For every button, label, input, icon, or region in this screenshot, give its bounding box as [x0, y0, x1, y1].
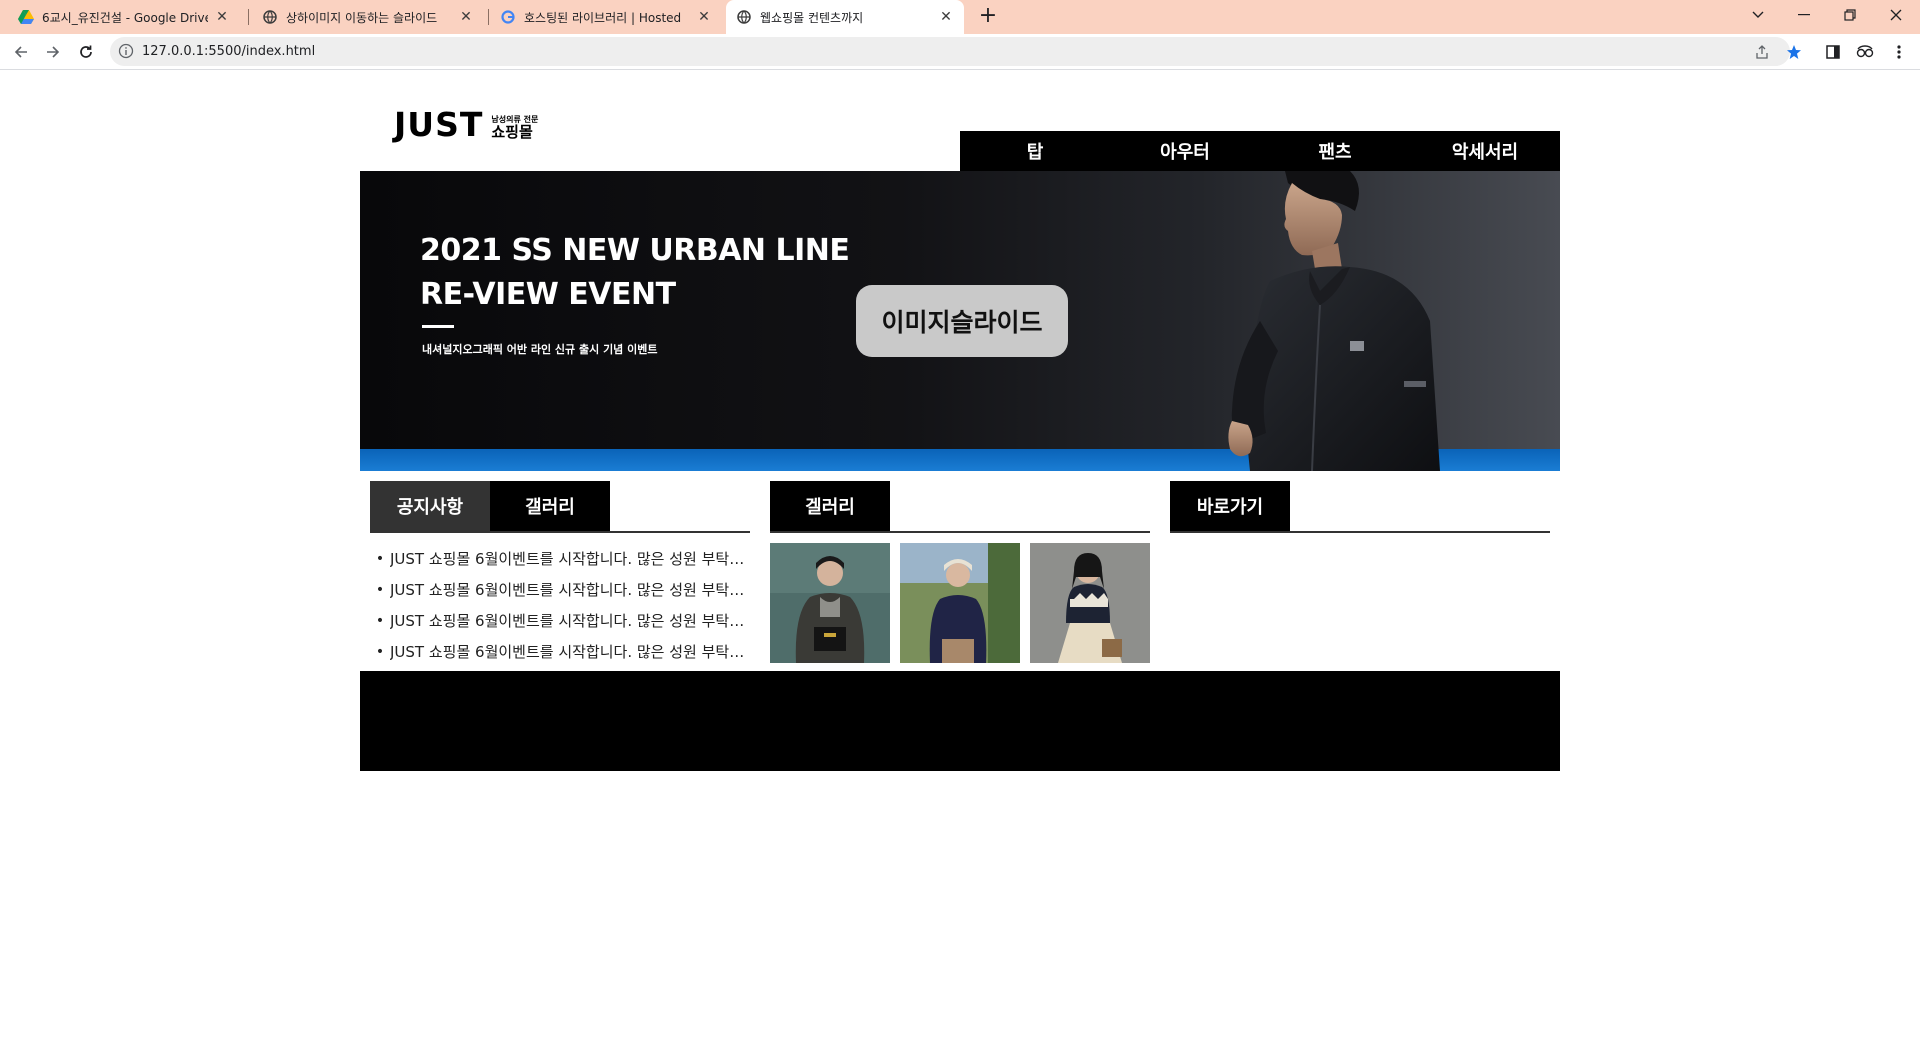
gallery-image-3[interactable] — [1030, 543, 1150, 663]
image-slide-label[interactable]: 이미지슬라이드 — [856, 285, 1068, 357]
notice-text: JUST 쇼핑몰 6월이벤트를 시작합니다. 많은 성원 부탁드립니다. — [390, 643, 750, 661]
close-icon[interactable]: ✕ — [696, 9, 712, 25]
list-item[interactable]: • JUST 쇼핑몰 6월이벤트를 시작합니다. 많은 성원 부탁드립니다. — [370, 636, 750, 667]
list-item[interactable]: • JUST 쇼핑몰 6월이벤트를 시작합니다. 많은 성원 부탁드립니다. — [370, 574, 750, 605]
shortcut-tabs: 바로가기 — [1170, 481, 1550, 533]
minimize-button[interactable] — [1784, 0, 1824, 30]
tab-separator — [248, 9, 249, 25]
side-panel-icon[interactable] — [1822, 41, 1844, 63]
bookmark-star-icon[interactable] — [1784, 42, 1804, 62]
forward-button[interactable] — [39, 38, 67, 66]
shortcut-section: 바로가기 — [1170, 481, 1550, 671]
new-tab-button[interactable]: + — [976, 5, 1000, 29]
tab-title: 호스팅된 라이브러리 | Hosted — [524, 10, 682, 25]
notice-tabs: 공지사항 갤러리 — [370, 481, 750, 533]
browser-tab-strip: 6교시_유진건설 - Google Drive ✕ 상하이미지 이동하는 슬라이… — [0, 0, 1920, 34]
browser-tab-active[interactable]: 웹쇼핑몰 컨텐츠까지 ✕ — [726, 0, 964, 34]
gallery-image-2[interactable] — [900, 543, 1020, 663]
site-logo[interactable]: JUST 남성의류 전문 쇼핑몰 — [394, 105, 538, 141]
browser-toolbar: 127.0.0.1:5500/index.html — [0, 34, 1920, 70]
hero-model-image — [1228, 171, 1440, 471]
close-window-button[interactable] — [1876, 0, 1916, 30]
tab-notice[interactable]: 공지사항 — [370, 481, 490, 531]
hero-divider — [422, 325, 454, 328]
logo-sub-line2: 쇼핑몰 — [491, 123, 533, 141]
chevron-down-icon[interactable] — [1738, 0, 1778, 30]
notice-text: JUST 쇼핑몰 6월이벤트를 시작합니다. 많은 성원 부탁드립니다. — [390, 612, 750, 630]
globe-icon — [262, 9, 278, 25]
notice-list: • JUST 쇼핑몰 6월이벤트를 시작합니다. 많은 성원 부탁드립니다. • J… — [370, 543, 750, 667]
hero-title: 2021 SS NEW URBAN LINE RE-VIEW EVENT — [420, 229, 850, 317]
gallery-thumbnails — [770, 543, 1150, 663]
logo-sub: 남성의류 전문 쇼핑몰 — [491, 115, 538, 141]
close-icon[interactable]: ✕ — [458, 9, 474, 25]
gallery-image-1[interactable] — [770, 543, 890, 663]
close-icon[interactable]: ✕ — [214, 9, 230, 25]
nav-item-pants[interactable]: 팬츠 — [1260, 131, 1410, 171]
url-text: 127.0.0.1:5500/index.html — [142, 44, 316, 59]
globe-icon — [736, 9, 752, 25]
nav-item-outer[interactable]: 아우터 — [1110, 131, 1260, 171]
bullet-icon: • — [375, 612, 385, 629]
gallery-tabs: 겔러리 — [770, 481, 1150, 533]
google-drive-icon — [18, 9, 34, 25]
tab-title: 상하이미지 이동하는 슬라이드 — [286, 10, 438, 25]
browser-tab-drive[interactable]: 6교시_유진건설 - Google Drive ✕ — [8, 0, 240, 34]
web-page: JUST 남성의류 전문 쇼핑몰 탑 아우터 팬츠 악세서리 2021 SS N… — [0, 71, 1920, 1040]
address-bar[interactable]: 127.0.0.1:5500/index.html — [110, 37, 1801, 66]
google-icon — [500, 9, 516, 25]
info-icon[interactable] — [118, 43, 134, 59]
notice-text: JUST 쇼핑몰 6월이벤트를 시작합니다. 많은 성원 부탁드립니다. — [390, 550, 750, 568]
tab-title: 웹쇼핑몰 컨텐츠까지 — [760, 10, 864, 25]
browser-tab-slide[interactable]: 상하이미지 이동하는 슬라이드 ✕ — [252, 0, 484, 34]
notice-text: JUST 쇼핑몰 6월이벤트를 시작합니다. 많은 성원 부탁드립니다. — [390, 581, 750, 599]
list-item[interactable]: • JUST 쇼핑몰 6월이벤트를 시작합니다. 많은 성원 부탁드립니다. — [370, 605, 750, 636]
hero-description: 내셔널지오그래픽 어반 라인 신규 출시 기념 이벤트 — [422, 343, 658, 356]
tab-title: 6교시_유진건설 - Google Drive — [42, 10, 208, 25]
more-menu-icon[interactable] — [1888, 41, 1910, 63]
profile-icon[interactable] — [1854, 41, 1876, 63]
list-item[interactable]: • JUST 쇼핑몰 6월이벤트를 시작합니다. 많은 성원 부탁드립니다. — [370, 543, 750, 574]
shortcut-title[interactable]: 바로가기 — [1170, 481, 1290, 531]
reload-button[interactable] — [72, 38, 100, 66]
notice-section: 공지사항 갤러리 • JUST 쇼핑몰 6월이벤트를 시작합니다. 많은 성원 부… — [370, 481, 750, 671]
back-button[interactable] — [7, 38, 35, 66]
hero-banner: 2021 SS NEW URBAN LINE RE-VIEW EVENT 내셔널… — [360, 171, 1560, 471]
bullet-icon: • — [375, 581, 385, 598]
tab-separator — [488, 9, 489, 25]
site-footer — [360, 671, 1560, 771]
hero-title-line2: RE-VIEW EVENT — [420, 277, 676, 312]
share-icon[interactable] — [1752, 42, 1772, 62]
main-navigation: 탑 아우터 팬츠 악세서리 — [960, 131, 1560, 171]
gallery-section: 겔러리 — [770, 481, 1150, 671]
nav-item-top[interactable]: 탑 — [960, 131, 1110, 171]
logo-main-text: JUST — [394, 105, 484, 144]
browser-tab-hosted[interactable]: 호스팅된 라이브러리 | Hosted ✕ — [490, 0, 722, 34]
restore-button[interactable] — [1830, 0, 1870, 30]
gallery-title[interactable]: 겔러리 — [770, 481, 890, 531]
nav-item-accessories[interactable]: 악세서리 — [1410, 131, 1560, 171]
hero-title-line1: 2021 SS NEW URBAN LINE — [420, 233, 850, 268]
close-icon[interactable]: ✕ — [938, 9, 954, 25]
tab-gallery[interactable]: 갤러리 — [490, 481, 610, 531]
bullet-icon: • — [375, 550, 385, 567]
bullet-icon: • — [375, 643, 385, 660]
